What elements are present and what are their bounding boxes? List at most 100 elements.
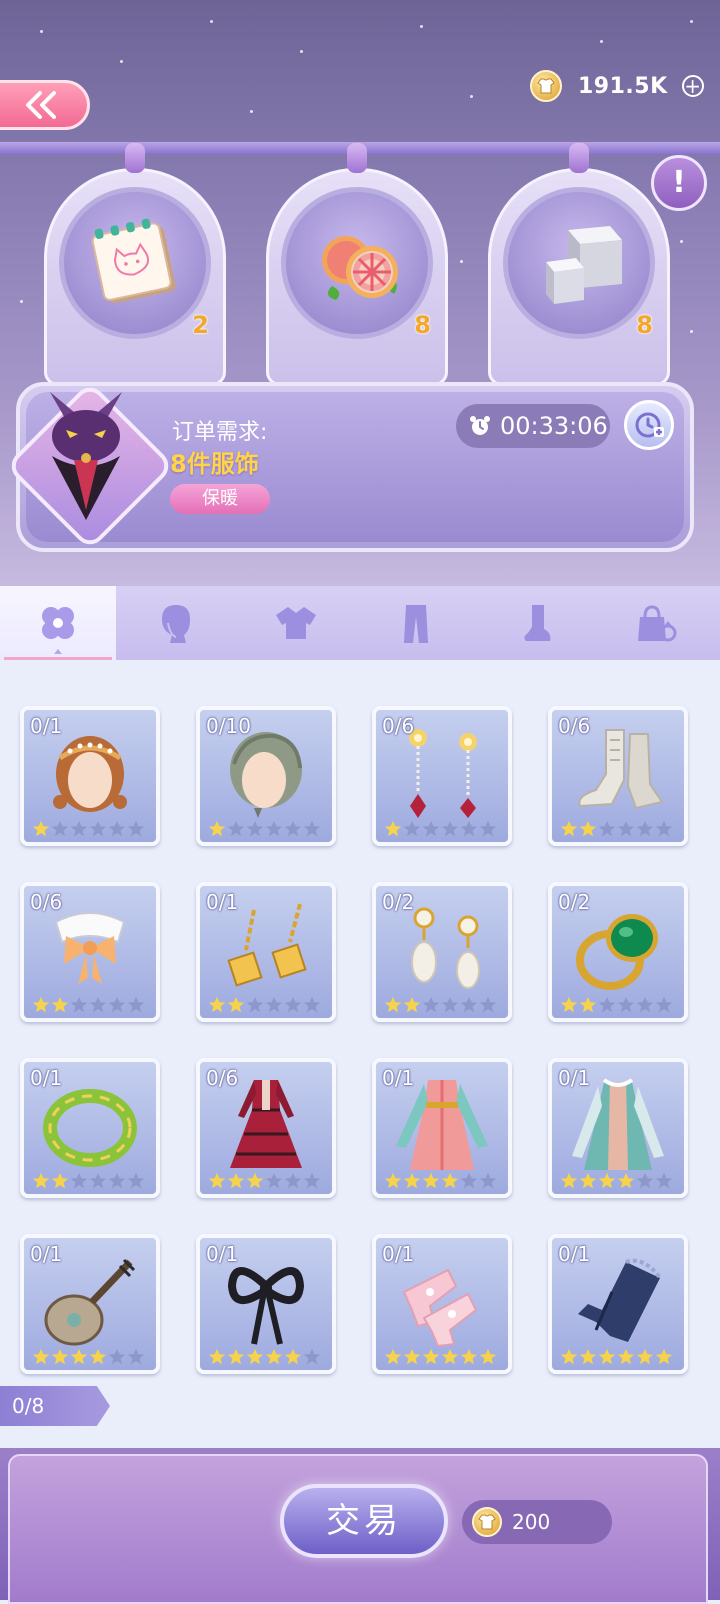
star-empty-icon: [303, 1348, 321, 1365]
star-filled-icon: [51, 996, 69, 1013]
hanger-hook: [125, 143, 145, 173]
star-empty-icon: [89, 820, 107, 837]
star-empty-icon: [598, 820, 616, 837]
rarity-stars: [384, 820, 498, 838]
star-empty-icon: [617, 996, 635, 1013]
star-filled-icon: [422, 1172, 440, 1189]
star-filled-icon: [384, 1348, 402, 1365]
item-card[interactable]: 0/1: [548, 1234, 688, 1374]
material-card-grapefruit[interactable]: 8: [266, 143, 448, 386]
bat-customer-icon: [50, 392, 122, 520]
item-count: 0/1: [382, 1242, 415, 1266]
tab-top[interactable]: [236, 586, 356, 660]
star-filled-icon: [617, 1348, 635, 1365]
item-count: 0/1: [206, 890, 239, 914]
star-empty-icon: [227, 820, 245, 837]
star-filled-icon: [70, 1348, 88, 1365]
star-filled-icon: [265, 1348, 283, 1365]
star-filled-icon: [460, 1348, 478, 1365]
rarity-stars: [32, 1172, 146, 1190]
star-empty-icon: [636, 1172, 654, 1189]
item-count: 0/1: [30, 1066, 63, 1090]
gold-chain-earrings-icon: [227, 903, 307, 987]
star-empty-icon: [441, 820, 459, 837]
rarity-stars: [208, 1348, 322, 1366]
star-filled-icon: [441, 1172, 459, 1189]
tab-accessory[interactable]: [596, 586, 716, 660]
grey-braided-hair-icon: [230, 732, 302, 818]
star-empty-icon: [108, 1172, 126, 1189]
star-empty-icon: [127, 1348, 145, 1365]
star-empty-icon: [403, 820, 421, 837]
material-card-sketch[interactable]: 2: [44, 143, 226, 386]
star-filled-icon: [32, 820, 50, 837]
star-empty-icon: [441, 996, 459, 1013]
order-tag: 保暖: [170, 484, 270, 514]
rarity-stars: [560, 996, 674, 1014]
item-card[interactable]: 0/2: [372, 882, 512, 1022]
white-lace-boots-icon: [578, 729, 664, 810]
star-empty-icon: [108, 996, 126, 1013]
bow-collar-icon: [54, 912, 126, 984]
material-card-crystal[interactable]: 8: [488, 143, 670, 386]
add-time-button[interactable]: [624, 400, 674, 450]
rarity-stars: [560, 1172, 674, 1190]
item-count: 0/1: [382, 1066, 415, 1090]
info-button[interactable]: !: [651, 155, 707, 211]
star-filled-icon: [384, 1172, 402, 1189]
star-empty-icon: [89, 996, 107, 1013]
rarity-stars: [384, 996, 498, 1014]
item-card[interactable]: 0/1: [548, 1058, 688, 1198]
tab-hair[interactable]: [116, 586, 236, 660]
exclamation-icon: !: [672, 165, 686, 200]
item-count: 0/6: [558, 714, 591, 738]
emerald-ring-icon: [576, 914, 658, 990]
shirt-coin-icon: [472, 1507, 502, 1537]
item-card[interactable]: 0/1: [196, 882, 336, 1022]
item-count: 0/6: [30, 890, 63, 914]
item-card[interactable]: 0/6: [196, 1058, 336, 1198]
item-count: 0/10: [206, 714, 251, 738]
shirt-coin-icon: [530, 70, 562, 102]
star-empty-icon: [460, 996, 478, 1013]
tab-shoes[interactable]: [476, 586, 596, 660]
material-slot: [503, 187, 655, 339]
star-filled-icon: [598, 1348, 616, 1365]
star-filled-icon: [560, 1172, 578, 1189]
star-filled-icon: [560, 1348, 578, 1365]
item-count: 0/1: [30, 714, 63, 738]
red-victorian-dress-icon: [230, 1080, 302, 1168]
rarity-stars: [32, 996, 146, 1014]
star-empty-icon: [479, 1172, 497, 1189]
plus-circle-icon[interactable]: +: [681, 75, 704, 97]
item-card[interactable]: 0/1: [196, 1234, 336, 1374]
star-filled-icon: [560, 996, 578, 1013]
star-filled-icon: [284, 1348, 302, 1365]
item-card[interactable]: 0/6: [372, 706, 512, 846]
material-slot: [59, 187, 211, 339]
star-empty-icon: [284, 996, 302, 1013]
item-card[interactable]: 0/1: [372, 1058, 512, 1198]
double-chevron-left-icon: [26, 91, 56, 119]
grapefruit-icon: [322, 236, 398, 300]
star-empty-icon: [598, 996, 616, 1013]
star-empty-icon: [127, 1172, 145, 1189]
item-card[interactable]: 0/1: [20, 1234, 160, 1374]
item-card[interactable]: 0/1: [372, 1234, 512, 1374]
tab-bottom[interactable]: [356, 586, 476, 660]
item-card[interactable]: 0/10: [196, 706, 336, 846]
tab-clover[interactable]: [0, 586, 116, 660]
hanger-hook: [347, 143, 367, 173]
selection-progress: 0/8: [0, 1386, 110, 1426]
clover-icon: [42, 607, 74, 639]
item-card[interactable]: 0/6: [20, 882, 160, 1022]
item-card[interactable]: 0/1: [20, 1058, 160, 1198]
item-count: 0/6: [382, 714, 415, 738]
item-card[interactable]: 0/6: [548, 706, 688, 846]
star-empty-icon: [460, 1172, 478, 1189]
item-card[interactable]: 0/2: [548, 882, 688, 1022]
star-empty-icon: [127, 820, 145, 837]
item-card[interactable]: 0/1: [20, 706, 160, 846]
trade-button[interactable]: 交易: [280, 1484, 448, 1558]
back-button[interactable]: [0, 80, 90, 130]
